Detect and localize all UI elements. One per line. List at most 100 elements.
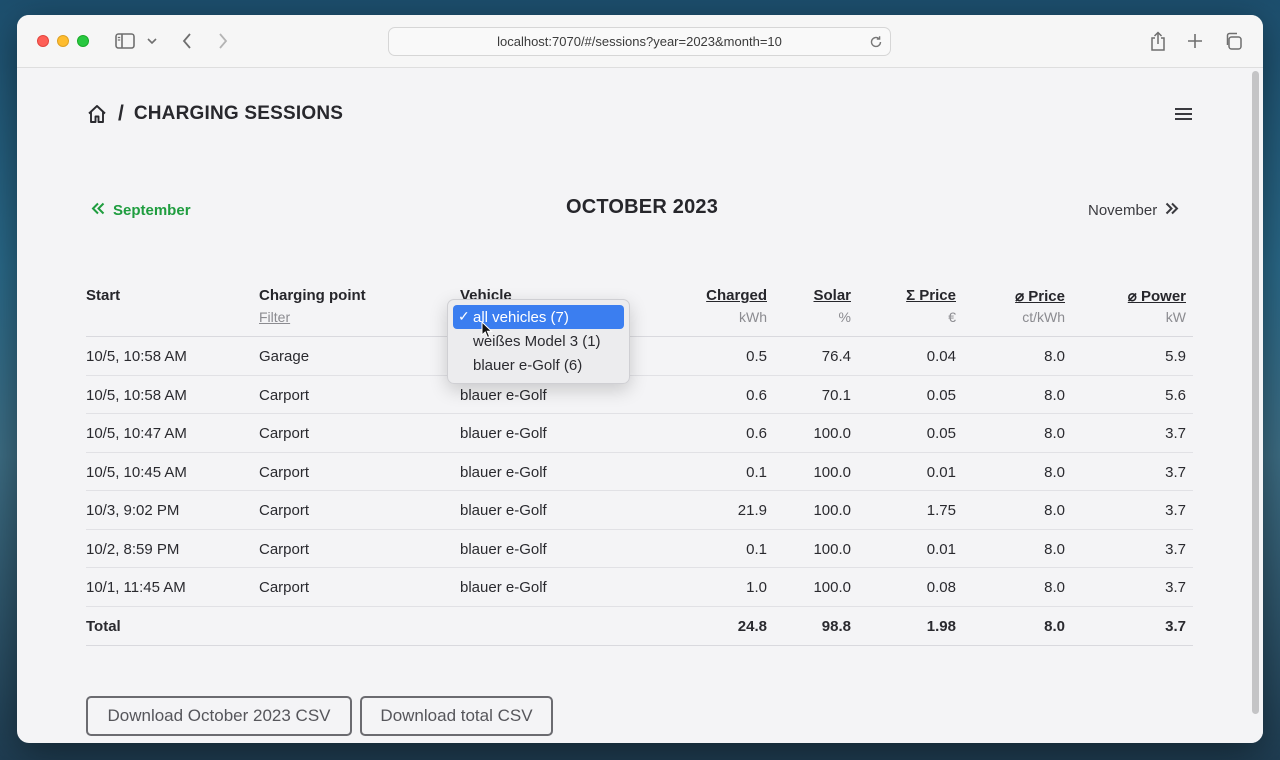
cell-charged: 0.1	[746, 540, 767, 558]
cell-vehicle: blauer e-Golf	[460, 579, 547, 596]
header-average-power[interactable]: ⌀ Power	[1128, 287, 1186, 305]
cell-point: Carport	[259, 463, 310, 481]
hamburger-menu-icon[interactable]	[1174, 106, 1193, 122]
vehicle-option-e-golf[interactable]: blauer e-Golf (6)	[453, 353, 624, 377]
chevron-down-icon[interactable]	[145, 28, 159, 54]
cell-start: 10/5, 10:47 AM	[86, 425, 187, 442]
breadcrumb: / CHARGING SESSIONS	[87, 102, 343, 126]
cell-solar: 100.0	[813, 540, 851, 558]
table-row: 10/3, 9:02 PM Carport blauer e-Golf 21.9 100…	[86, 491, 1193, 530]
cell-price: 0.01	[926, 463, 956, 481]
header-solar[interactable]: Solar	[813, 287, 851, 304]
header-average-price[interactable]: ⌀ Price	[1015, 287, 1065, 305]
cell-solar: 100.0	[813, 502, 851, 519]
cell-solar: 100.0	[813, 463, 851, 481]
cell-power: 3.7	[1165, 502, 1186, 519]
header-start[interactable]: Start	[86, 287, 120, 304]
download-month-csv-button[interactable]: Download October 2023 CSV	[86, 696, 352, 736]
vehicle-option-all[interactable]: ✓ all vehicles (7)	[453, 305, 624, 329]
cell-price: 0.01	[926, 540, 956, 558]
mouse-cursor-icon	[481, 321, 493, 339]
total-charged: 24.8	[737, 617, 767, 635]
cell-point: Carport	[259, 579, 310, 596]
cell-start: 10/5, 10:58 AM	[86, 348, 187, 365]
minimize-window-button[interactable]	[57, 35, 69, 47]
cell-solar: 76.4	[821, 348, 851, 365]
table-row: 10/5, 10:58 AM Carport blauer e-Golf 0.6 70.…	[86, 376, 1193, 414]
cell-charged: 0.1	[746, 463, 767, 481]
page-title: CHARGING SESSIONS	[133, 103, 344, 124]
header-charged[interactable]: Charged	[706, 287, 767, 304]
browser-toolbar: localhost:7070/#/sessions?year=2023&mont…	[17, 15, 1263, 68]
charging-point-filter-link[interactable]: Filter	[259, 309, 290, 325]
solar-unit: %	[838, 309, 851, 325]
zoom-window-button[interactable]	[77, 35, 89, 47]
table-row: 10/1, 11:45 AM Carport blauer e-Golf 1.0 100…	[86, 568, 1193, 607]
cell-point: Carport	[259, 540, 310, 558]
vehicle-option-model-3[interactable]: weißes Model 3 (1)	[453, 329, 624, 353]
cell-solar: 100.0	[813, 579, 851, 596]
average-power-unit: kW	[1165, 309, 1186, 325]
total-average-power: 3.7	[1165, 617, 1186, 635]
reload-icon[interactable]	[866, 32, 886, 52]
share-icon[interactable]	[1148, 28, 1168, 54]
cell-price: 0.04	[926, 348, 956, 365]
total-solar: 98.8	[821, 617, 851, 635]
charged-unit: kWh	[739, 309, 767, 325]
table-row: 10/5, 10:45 AM Carport blauer e-Golf 0.1 100…	[86, 453, 1193, 491]
tab-overview-icon[interactable]	[1223, 28, 1243, 54]
table-header: Start Charging point Filter Vehicle Char…	[86, 279, 1193, 337]
total-average-price: 8.0	[1044, 617, 1065, 635]
close-window-button[interactable]	[37, 35, 49, 47]
back-arrow-icon[interactable]	[178, 28, 196, 54]
home-icon[interactable]	[87, 104, 108, 125]
table-row: 10/5, 10:47 AM Carport blauer e-Golf 0.6 100…	[86, 414, 1193, 453]
total-price: 1.98	[926, 617, 956, 635]
cell-charged: 1.0	[746, 579, 767, 596]
cell-point: Carport	[259, 502, 310, 519]
cell-power: 5.6	[1165, 386, 1186, 404]
next-month-link[interactable]: November	[1088, 202, 1179, 219]
header-charging-point: Charging point	[259, 287, 366, 304]
table-row: 10/5, 10:58 AM Garage 0.5 76.4 0.04 8.0 5.9	[86, 337, 1193, 376]
download-total-csv-button[interactable]: Download total CSV	[360, 696, 553, 736]
cell-solar: 100.0	[813, 425, 851, 442]
cell-power: 3.7	[1165, 579, 1186, 596]
cell-charged: 21.9	[737, 502, 767, 519]
cell-avg-price: 8.0	[1044, 425, 1065, 442]
cell-avg-price: 8.0	[1044, 386, 1065, 404]
scrollbar-thumb[interactable]	[1252, 71, 1259, 714]
cell-power: 3.7	[1165, 463, 1186, 481]
sidebar-toggle-icon[interactable]	[114, 28, 136, 54]
address-bar[interactable]: localhost:7070/#/sessions?year=2023&mont…	[388, 27, 891, 56]
cell-point: Garage	[259, 348, 310, 365]
next-month-label: November	[1088, 202, 1158, 219]
vehicle-filter-dropdown[interactable]: ✓ all vehicles (7) weißes Model 3 (1) bl…	[447, 299, 630, 384]
cell-point: Carport	[259, 386, 310, 404]
cell-start: 10/1, 11:45 AM	[86, 579, 186, 596]
cell-vehicle: blauer e-Golf	[460, 540, 547, 558]
forward-arrow-icon[interactable]	[214, 28, 232, 54]
checkmark-icon: ✓	[458, 308, 470, 324]
average-price-unit: ct/kWh	[1022, 309, 1065, 325]
cell-vehicle: blauer e-Golf	[460, 386, 547, 404]
header-total-price[interactable]: Σ Price	[906, 287, 956, 304]
cell-price: 0.05	[926, 386, 956, 404]
total-row: Total 24.8 98.8 1.98 8.0 3.7	[86, 607, 1193, 646]
cell-avg-price: 8.0	[1044, 502, 1065, 519]
breadcrumb-separator: /	[118, 102, 124, 125]
double-chevron-right-icon	[1165, 202, 1179, 219]
cell-charged: 0.6	[746, 386, 767, 404]
cell-charged: 0.6	[746, 425, 767, 442]
price-unit: €	[948, 309, 956, 325]
cell-solar: 70.1	[821, 386, 851, 404]
cell-vehicle: blauer e-Golf	[460, 463, 547, 481]
cell-power: 3.7	[1165, 540, 1186, 558]
cell-price: 1.75	[926, 502, 956, 519]
cell-start: 10/5, 10:58 AM	[86, 386, 187, 404]
page-content: / CHARGING SESSIONS September OCTOBER 20…	[17, 68, 1247, 743]
cell-avg-price: 8.0	[1044, 463, 1065, 481]
cell-power: 3.7	[1165, 425, 1186, 442]
cell-price: 0.08	[926, 579, 956, 596]
new-tab-icon[interactable]	[1185, 28, 1205, 54]
